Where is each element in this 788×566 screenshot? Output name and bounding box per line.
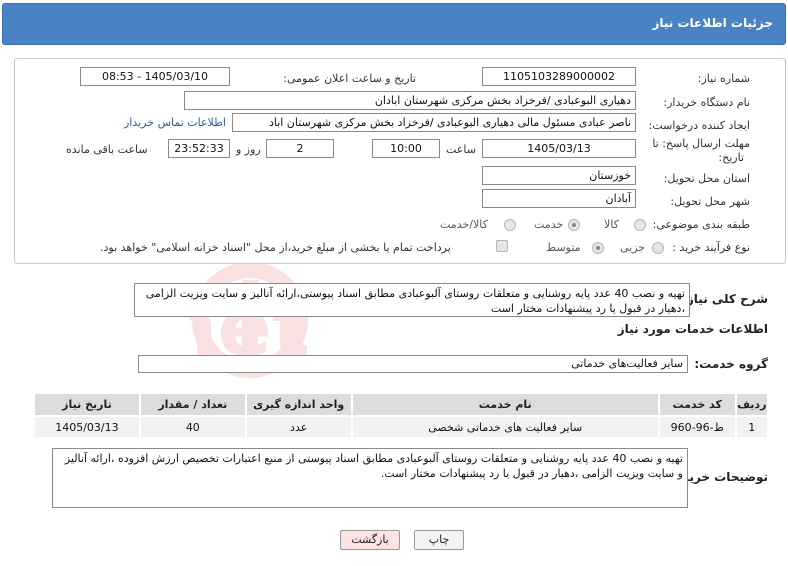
requester-field: ناصر عبادی مسئول مالی دهیاری البوعبادی /…: [232, 113, 636, 132]
process-option-minor: جزیی: [620, 241, 646, 254]
service-group-field: سایر فعالیت‌های خدماتی: [138, 355, 688, 373]
days-label: روز و: [236, 143, 261, 156]
province-field: خوزستان: [482, 166, 636, 185]
deadline-date-label: تاریخ:: [718, 151, 744, 164]
col-row-number: ردیف: [734, 392, 770, 417]
col-unit: واحد اندازه گیری: [244, 392, 353, 417]
cell-service-code: ط-96-960: [657, 415, 737, 439]
remaining-time-field: 23:52:33: [168, 139, 230, 158]
category-label: طبقه بندی موضوعی:: [652, 218, 750, 231]
category-option-service: خدمت: [534, 218, 564, 231]
back-button[interactable]: بازگشت: [340, 530, 400, 550]
need-info-panel: [14, 58, 786, 264]
process-radio-minor[interactable]: [652, 242, 664, 254]
category-radio-goods-service[interactable]: [504, 219, 516, 231]
deadline-time-label: ساعت: [446, 143, 476, 156]
category-option-goods: کالا: [604, 218, 619, 231]
buyer-org-label: نام دستگاه خریدار:: [663, 96, 750, 109]
buyer-contact-link[interactable]: اطلاعات تماس خریدار: [124, 116, 226, 129]
city-label: شهر محل تحویل:: [670, 195, 750, 208]
city-field: آبادان: [482, 189, 636, 208]
table-row[interactable]: 1 ط-96-960 سایر فعالیت های خدماتی شخصی ع…: [33, 415, 770, 439]
cell-quantity: 40: [138, 415, 247, 439]
process-label: نوع فرآیند خرید :: [672, 241, 750, 254]
cell-row-number: 1: [734, 415, 770, 439]
process-option-medium: متوسط: [546, 241, 581, 254]
announce-datetime-field: 1405/03/10 - 08:53: [80, 67, 230, 86]
col-quantity: تعداد / مقدار: [138, 392, 247, 417]
requester-label: ایجاد کننده درخواست:: [648, 119, 750, 132]
cell-need-date: 1405/03/13: [33, 415, 141, 439]
deadline-label: مهلت ارسال پاسخ: تا: [652, 137, 750, 150]
summary-label: شرح کلی نیاز:: [682, 292, 768, 306]
category-option-goods-service: کالا/خدمت: [440, 218, 488, 231]
deadline-time-field: 10:00: [372, 139, 440, 158]
services-section-title: اطلاعات خدمات مورد نیاز: [617, 322, 768, 336]
province-label: استان محل تحویل:: [663, 172, 750, 185]
table-header-row: ردیف کد خدمت نام خدمت واحد اندازه گیری ت…: [33, 392, 770, 417]
services-table: ردیف کد خدمت نام خدمت واحد اندازه گیری ت…: [33, 392, 770, 439]
cell-service-name: سایر فعالیت های خدماتی شخصی: [350, 415, 660, 439]
need-number-field: 1105103289000002: [482, 67, 636, 86]
category-radio-goods[interactable]: [634, 219, 646, 231]
buyer-notes-textarea[interactable]: تهیه و نصب 40 عدد پایه روشنایی و متعلقات…: [52, 448, 688, 508]
cell-unit: عدد: [244, 415, 353, 439]
service-group-label: گروه خدمت:: [694, 357, 768, 371]
col-service-name: نام خدمت: [350, 392, 660, 417]
print-button[interactable]: چاپ: [414, 530, 464, 550]
remaining-time-label: ساعت باقی مانده: [66, 143, 148, 156]
summary-textarea[interactable]: تهیه و نصب 40 عدد پایه روشنایی و متعلقات…: [134, 283, 690, 317]
watermark-logo: AriaTender.net: [190, 262, 310, 378]
deadline-date-field: 1405/03/13: [482, 139, 636, 158]
col-service-code: کد خدمت: [657, 392, 737, 417]
page-header: جزئیات اطلاعات نیاز: [2, 3, 786, 45]
announce-datetime-label: تاریخ و ساعت اعلان عمومی:: [283, 72, 416, 85]
col-need-date: تاریخ نیاز: [33, 392, 141, 417]
days-remaining-field: 2: [266, 139, 334, 158]
treasury-payment-checkbox[interactable]: [496, 240, 508, 252]
treasury-payment-note: پرداخت تمام یا بخشی از مبلغ خرید،از محل …: [100, 241, 451, 254]
process-radio-medium[interactable]: [592, 242, 604, 254]
need-number-label: شماره نیاز:: [697, 72, 750, 85]
page-title: جزئیات اطلاعات نیاز: [652, 16, 773, 30]
category-radio-service[interactable]: [568, 219, 580, 231]
buyer-org-field: دهیاری البوعبادی /فرخزاد بخش مرکزی شهرست…: [184, 91, 636, 110]
